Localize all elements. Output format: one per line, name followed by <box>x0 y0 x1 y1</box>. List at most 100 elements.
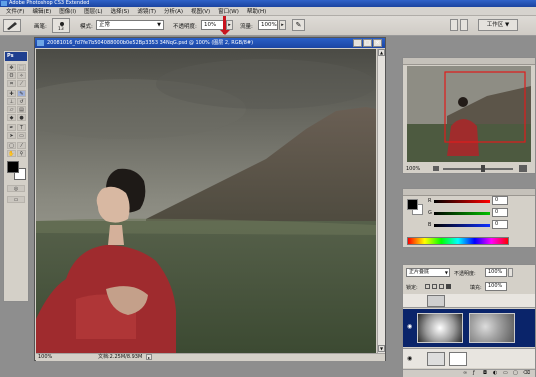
tool-preset-picker[interactable] <box>3 19 21 32</box>
minimize-icon[interactable]: _ <box>353 39 362 47</box>
b-value: 0 <box>495 221 499 227</box>
zoom-level[interactable]: 100% <box>38 354 52 361</box>
lock-pixels-icon[interactable] <box>432 284 437 289</box>
layer-row-selected[interactable]: ◉ <box>403 309 535 347</box>
shape-tool-icon[interactable]: ▭ <box>17 132 26 139</box>
lock-position-icon[interactable] <box>439 284 444 289</box>
palette-well-button[interactable] <box>450 19 458 31</box>
menu-view[interactable]: 视图(V) <box>187 7 214 15</box>
close-icon[interactable]: × <box>373 39 382 47</box>
move-tool-icon[interactable]: ✥ <box>7 64 16 71</box>
zoom-tool-icon[interactable]: ⚲ <box>17 150 26 157</box>
path-selection-tool-icon[interactable]: ➤ <box>7 132 16 139</box>
pen-tool-icon[interactable]: ✒ <box>7 124 16 131</box>
menu-analysis[interactable]: 分析(A) <box>160 7 187 15</box>
status-menu-icon[interactable]: ▸ <box>146 354 152 360</box>
layer-image-thumbnail[interactable] <box>469 313 515 343</box>
visibility-eye-icon[interactable]: ◉ <box>407 323 415 331</box>
layer-row[interactable] <box>403 294 535 308</box>
gradient-tool-icon[interactable]: ▤ <box>17 106 26 113</box>
history-brush-tool-icon[interactable]: ↺ <box>17 98 26 105</box>
vertical-scrollbar[interactable]: ▲ ▼ <box>377 49 385 353</box>
opacity-input[interactable]: 10% <box>201 20 225 30</box>
blend-mode-select[interactable]: 正片叠底 ▼ <box>406 268 450 277</box>
menu-image[interactable]: 图像(I) <box>55 7 80 15</box>
menu-edit[interactable]: 编辑(E) <box>28 7 55 15</box>
menu-window[interactable]: 窗口(W) <box>214 7 243 15</box>
ps-logo: Ps <box>5 52 27 61</box>
new-layer-icon[interactable]: ▢ <box>513 370 518 376</box>
document-icon <box>37 40 44 46</box>
layer-mask-thumbnail[interactable] <box>417 313 463 343</box>
layer-opacity-slider-button[interactable] <box>508 268 513 277</box>
brush-picker[interactable]: 13 <box>52 18 70 33</box>
brush-tool-icon[interactable]: ✎ <box>17 90 26 97</box>
g-slider[interactable] <box>434 212 490 215</box>
lock-transparency-icon[interactable] <box>425 284 430 289</box>
zoom-slider-track[interactable] <box>443 168 513 170</box>
blur-tool-icon[interactable]: ◆ <box>7 114 16 121</box>
magic-wand-tool-icon[interactable]: ✧ <box>17 72 26 79</box>
trash-icon[interactable]: ⌫ <box>523 370 530 376</box>
clone-stamp-tool-icon[interactable]: ⊥ <box>7 98 16 105</box>
panel-dock-button[interactable] <box>460 19 468 31</box>
type-tool-icon[interactable]: T <box>17 124 26 131</box>
blend-mode-value: 正片叠底 <box>409 269 430 275</box>
navigator-thumbnail[interactable] <box>407 66 531 162</box>
b-input[interactable]: 0 <box>492 220 508 229</box>
photoshop-app-icon <box>1 1 7 6</box>
fx-icon[interactable]: ƒ <box>473 370 475 376</box>
r-slider[interactable] <box>434 200 490 203</box>
slice-tool-icon[interactable]: ⟋ <box>17 80 26 87</box>
color-ramp[interactable] <box>407 237 509 245</box>
zoom-out-icon[interactable] <box>433 166 439 171</box>
color-tab-header <box>403 189 535 196</box>
navigator-panel: 100% <box>402 57 536 174</box>
b-slider[interactable] <box>434 224 490 227</box>
layer-row-adjustment[interactable]: ◉ <box>403 348 535 368</box>
marquee-tool-icon[interactable]: ⬚ <box>17 64 26 71</box>
fill-value: 100% <box>488 283 503 289</box>
eraser-tool-icon[interactable]: ▱ <box>7 106 16 113</box>
menu-help[interactable]: 帮助(H) <box>243 7 270 15</box>
link-layers-icon[interactable]: ∞ <box>463 370 467 376</box>
navigator-zoom[interactable]: 100% <box>406 166 420 172</box>
mode-select[interactable]: 正常 ▼ <box>96 20 164 30</box>
crop-tool-icon[interactable]: ⌗ <box>7 80 16 87</box>
flow-slider-button[interactable]: ▸ <box>279 20 286 30</box>
lasso-tool-icon[interactable]: ʘ <box>7 72 16 79</box>
layer-opacity-input[interactable]: 100% <box>485 268 507 277</box>
folder-icon[interactable]: ▭ <box>503 370 508 376</box>
zoom-slider-handle[interactable] <box>481 165 485 172</box>
screen-mode-icon[interactable]: ▭ <box>7 196 25 203</box>
menu-select[interactable]: 选择(S) <box>107 7 134 15</box>
healing-brush-tool-icon[interactable]: ✚ <box>7 90 16 97</box>
dodge-tool-icon[interactable]: ● <box>17 114 26 121</box>
menu-file[interactable]: 文件(F) <box>2 7 28 15</box>
hand-tool-icon[interactable]: ✋ <box>7 150 16 157</box>
scroll-up-icon[interactable]: ▲ <box>378 49 385 56</box>
workspace-button[interactable]: 工作区 ▼ <box>478 19 518 31</box>
maximize-icon[interactable]: □ <box>363 39 372 47</box>
r-input[interactable]: 0 <box>492 196 508 205</box>
opacity-slider-button[interactable]: ▸ <box>226 20 233 30</box>
mode-label: 模式: <box>80 24 93 30</box>
fill-input[interactable]: 100% <box>485 282 507 291</box>
visibility-eye-icon-2[interactable]: ◉ <box>407 355 412 362</box>
notes-tool-icon[interactable]: ▢ <box>7 142 16 149</box>
document-status-bar: 100% 文档:2.25M/8.93M ▸ <box>36 353 385 361</box>
menu-layer[interactable]: 图层(L) <box>80 7 106 15</box>
scroll-down-icon[interactable]: ▼ <box>378 345 385 352</box>
quick-mask-icon[interactable]: ◎ <box>7 185 25 192</box>
add-mask-icon[interactable]: ◘ <box>483 370 487 376</box>
g-input[interactable]: 0 <box>492 208 508 217</box>
eyedropper-tool-icon[interactable]: ⁄ <box>17 142 26 149</box>
menu-filter[interactable]: 滤镜(T) <box>133 7 160 15</box>
zoom-in-icon[interactable] <box>519 165 527 172</box>
document-title-bar[interactable]: 20081016_fd7fe7b504088000b0e52Bp3353 34N… <box>35 38 385 48</box>
lock-all-icon[interactable] <box>446 284 451 289</box>
flow-input[interactable]: 100% <box>258 20 278 30</box>
adjustment-icon[interactable]: ◐ <box>493 370 497 376</box>
airbrush-toggle-icon[interactable]: ✎ <box>292 19 305 31</box>
image-canvas[interactable] <box>36 49 376 353</box>
